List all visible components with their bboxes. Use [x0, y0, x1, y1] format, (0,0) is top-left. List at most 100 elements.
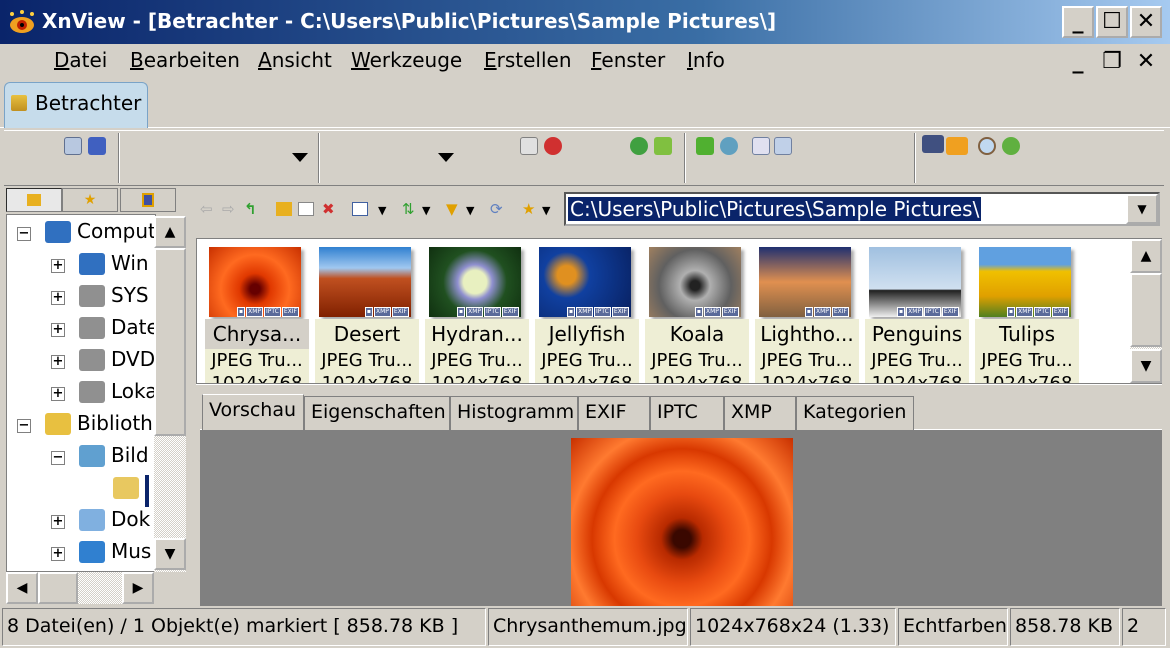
mdi-restore-button[interactable]: ❐: [1096, 46, 1128, 78]
tab-iptc[interactable]: IPTC: [650, 396, 724, 430]
tree-node-label[interactable]: DVD: [111, 347, 155, 371]
tab-eigenschaften[interactable]: Eigenschaften: [304, 396, 450, 430]
collapse-toggle[interactable]: −: [17, 419, 31, 433]
minimize-button[interactable]: _: [1062, 6, 1094, 38]
close-button[interactable]: ✕: [1130, 6, 1162, 38]
view-mode-dropdown[interactable]: ▼: [378, 204, 386, 217]
status-panel: Chrysanthemum.jpg: [488, 608, 688, 646]
dropdown-arrow-icon[interactable]: [292, 153, 308, 162]
mdi-close-button[interactable]: ✕: [1130, 46, 1162, 78]
sort-icon[interactable]: ⇅: [402, 200, 415, 218]
refresh-icon[interactable]: [1002, 137, 1020, 155]
rating-dropdown[interactable]: ▼: [542, 204, 550, 217]
path-dropdown-button[interactable]: ▼: [1126, 194, 1158, 224]
filter-dropdown[interactable]: ▼: [466, 204, 474, 217]
filter-icon[interactable]: ▼: [446, 200, 458, 218]
rotate-right-icon[interactable]: [720, 137, 738, 155]
sort-dropdown[interactable]: ▼: [422, 204, 430, 217]
tree-node-label[interactable]: Loka: [111, 379, 155, 403]
thumbnail-item[interactable]: ▪ XMP IPTC EXIF Chrysa... JPEG Tru... 1024x…: [203, 245, 309, 383]
thumbnail-scrollbar[interactable]: ▲ ▼: [1130, 239, 1162, 383]
tree-vertical-scrollbar[interactable]: ▲ ▼: [154, 216, 186, 572]
folders-tab[interactable]: [6, 188, 62, 212]
tab-vorschau[interactable]: Vorschau: [202, 394, 304, 432]
menu-ansicht[interactable]: Ansicht: [258, 48, 332, 72]
rating-star-icon[interactable]: ★: [522, 200, 535, 218]
menu-datei[interactable]: Datei: [54, 48, 107, 72]
forward-icon[interactable]: ⇨: [222, 200, 235, 218]
tab-kategorien[interactable]: Kategorien: [796, 396, 914, 430]
categories-tab[interactable]: [120, 188, 176, 212]
rename-icon[interactable]: [298, 202, 314, 216]
convert-icon[interactable]: [630, 137, 648, 155]
path-input[interactable]: C:\Users\Public\Pictures\Sample Pictures…: [564, 192, 1160, 226]
tree-node-label[interactable]: SYS: [111, 283, 149, 307]
collapse-toggle[interactable]: −: [17, 227, 31, 241]
splitter[interactable]: [196, 384, 1162, 392]
tab-histogramm[interactable]: Histogramm: [450, 396, 578, 430]
thumbnail-item[interactable]: ▪ XMP IPTC EXIF Penguins JPEG Tru... 1024x7…: [863, 245, 969, 383]
collapse-toggle[interactable]: −: [51, 451, 65, 465]
new-folder-icon[interactable]: [276, 202, 292, 216]
view-mode-icon[interactable]: [352, 202, 368, 216]
mdi-minimize-button[interactable]: _: [1062, 46, 1094, 78]
tree-node-label[interactable]: Dok: [111, 507, 150, 531]
slideshow-icon[interactable]: [946, 137, 968, 155]
scroll-down-button[interactable]: ▼: [154, 538, 186, 570]
tab-exif[interactable]: EXIF: [578, 396, 650, 430]
back-icon[interactable]: ⇦: [200, 200, 213, 218]
tab-betrachter[interactable]: Betrachter: [4, 82, 148, 128]
dropdown-arrow-icon[interactable]: [438, 153, 454, 162]
expand-toggle[interactable]: +: [51, 515, 65, 529]
tree-node-label[interactable]: Mus: [111, 539, 151, 563]
tree-node-label[interactable]: Date: [111, 315, 155, 339]
expand-toggle[interactable]: +: [51, 387, 65, 401]
thumbnail-item[interactable]: ▪ XMP IPTC EXIF Jellyfish JPEG Tru... 1024x…: [533, 245, 639, 383]
scroll-left-button[interactable]: ◀: [6, 572, 38, 604]
expand-toggle[interactable]: +: [51, 291, 65, 305]
up-folder-icon[interactable]: ↰: [244, 200, 257, 218]
binoculars-icon[interactable]: [88, 137, 106, 155]
tree-node-label[interactable]: Comput: [77, 219, 155, 243]
tree-node-label[interactable]: Bild: [111, 443, 149, 467]
menu-info[interactable]: Info: [687, 48, 725, 72]
tree-node-label[interactable]: Win: [111, 251, 149, 275]
search-icon[interactable]: [978, 137, 996, 155]
maximize-button[interactable]: ☐: [1096, 6, 1128, 38]
adjust-icon[interactable]: [520, 137, 538, 155]
rotate-left-icon[interactable]: [696, 137, 714, 155]
thumbnail-item[interactable]: ▪ XMP IPTC EXIF Hydran... JPEG Tru... 1024x…: [423, 245, 529, 383]
info-icon[interactable]: [774, 137, 792, 155]
favorites-tab[interactable]: ★: [62, 188, 118, 212]
expand-toggle[interactable]: +: [51, 355, 65, 369]
multipage-icon[interactable]: [64, 137, 82, 155]
thumbnail-item[interactable]: ▪ XMP IPTC EXIF Tulips JPEG Tru... 1024x768: [973, 245, 1079, 383]
scanner-icon[interactable]: [922, 135, 944, 153]
menu-bearbeiten[interactable]: Bearbeiten: [130, 48, 240, 72]
delete-icon[interactable]: ✖: [322, 200, 335, 218]
contact-sheet-icon[interactable]: [752, 137, 770, 155]
thumbnail-item[interactable]: ▪ XMP EXIF Desert JPEG Tru... 1024x768: [313, 245, 419, 383]
thumbnail-dimensions: 1024x768: [645, 373, 749, 383]
menu-erstellen[interactable]: Erstellen: [484, 48, 572, 72]
menu-fenster[interactable]: Fenster: [591, 48, 665, 72]
expand-toggle[interactable]: +: [51, 547, 65, 561]
scroll-down-button[interactable]: ▼: [1130, 349, 1162, 383]
red-eye-icon[interactable]: [544, 137, 562, 155]
tab-xmp[interactable]: XMP: [724, 396, 796, 430]
expand-toggle[interactable]: +: [51, 259, 65, 273]
refresh-icon[interactable]: ⟳: [490, 200, 503, 218]
export-icon[interactable]: [654, 137, 672, 155]
scroll-up-button[interactable]: ▲: [154, 216, 186, 248]
menu-werkzeuge[interactable]: Werkzeuge: [351, 48, 462, 72]
scroll-thumb[interactable]: [1130, 273, 1162, 347]
thumbnail-item[interactable]: ▪ XMP EXIF Koala JPEG Tru... 1024x768: [643, 245, 749, 383]
scroll-thumb[interactable]: [38, 572, 78, 604]
scroll-right-button[interactable]: ▶: [122, 572, 154, 604]
scroll-thumb[interactable]: [154, 248, 186, 436]
expand-toggle[interactable]: +: [51, 323, 65, 337]
tree-node-label[interactable]: Biblioth: [77, 411, 153, 435]
scroll-up-button[interactable]: ▲: [1130, 239, 1162, 273]
tree-horizontal-scrollbar[interactable]: ◀ ▶: [6, 572, 154, 604]
thumbnail-item[interactable]: ▪ XMP EXIF Lightho... JPEG Tru... 1024x768: [753, 245, 859, 383]
